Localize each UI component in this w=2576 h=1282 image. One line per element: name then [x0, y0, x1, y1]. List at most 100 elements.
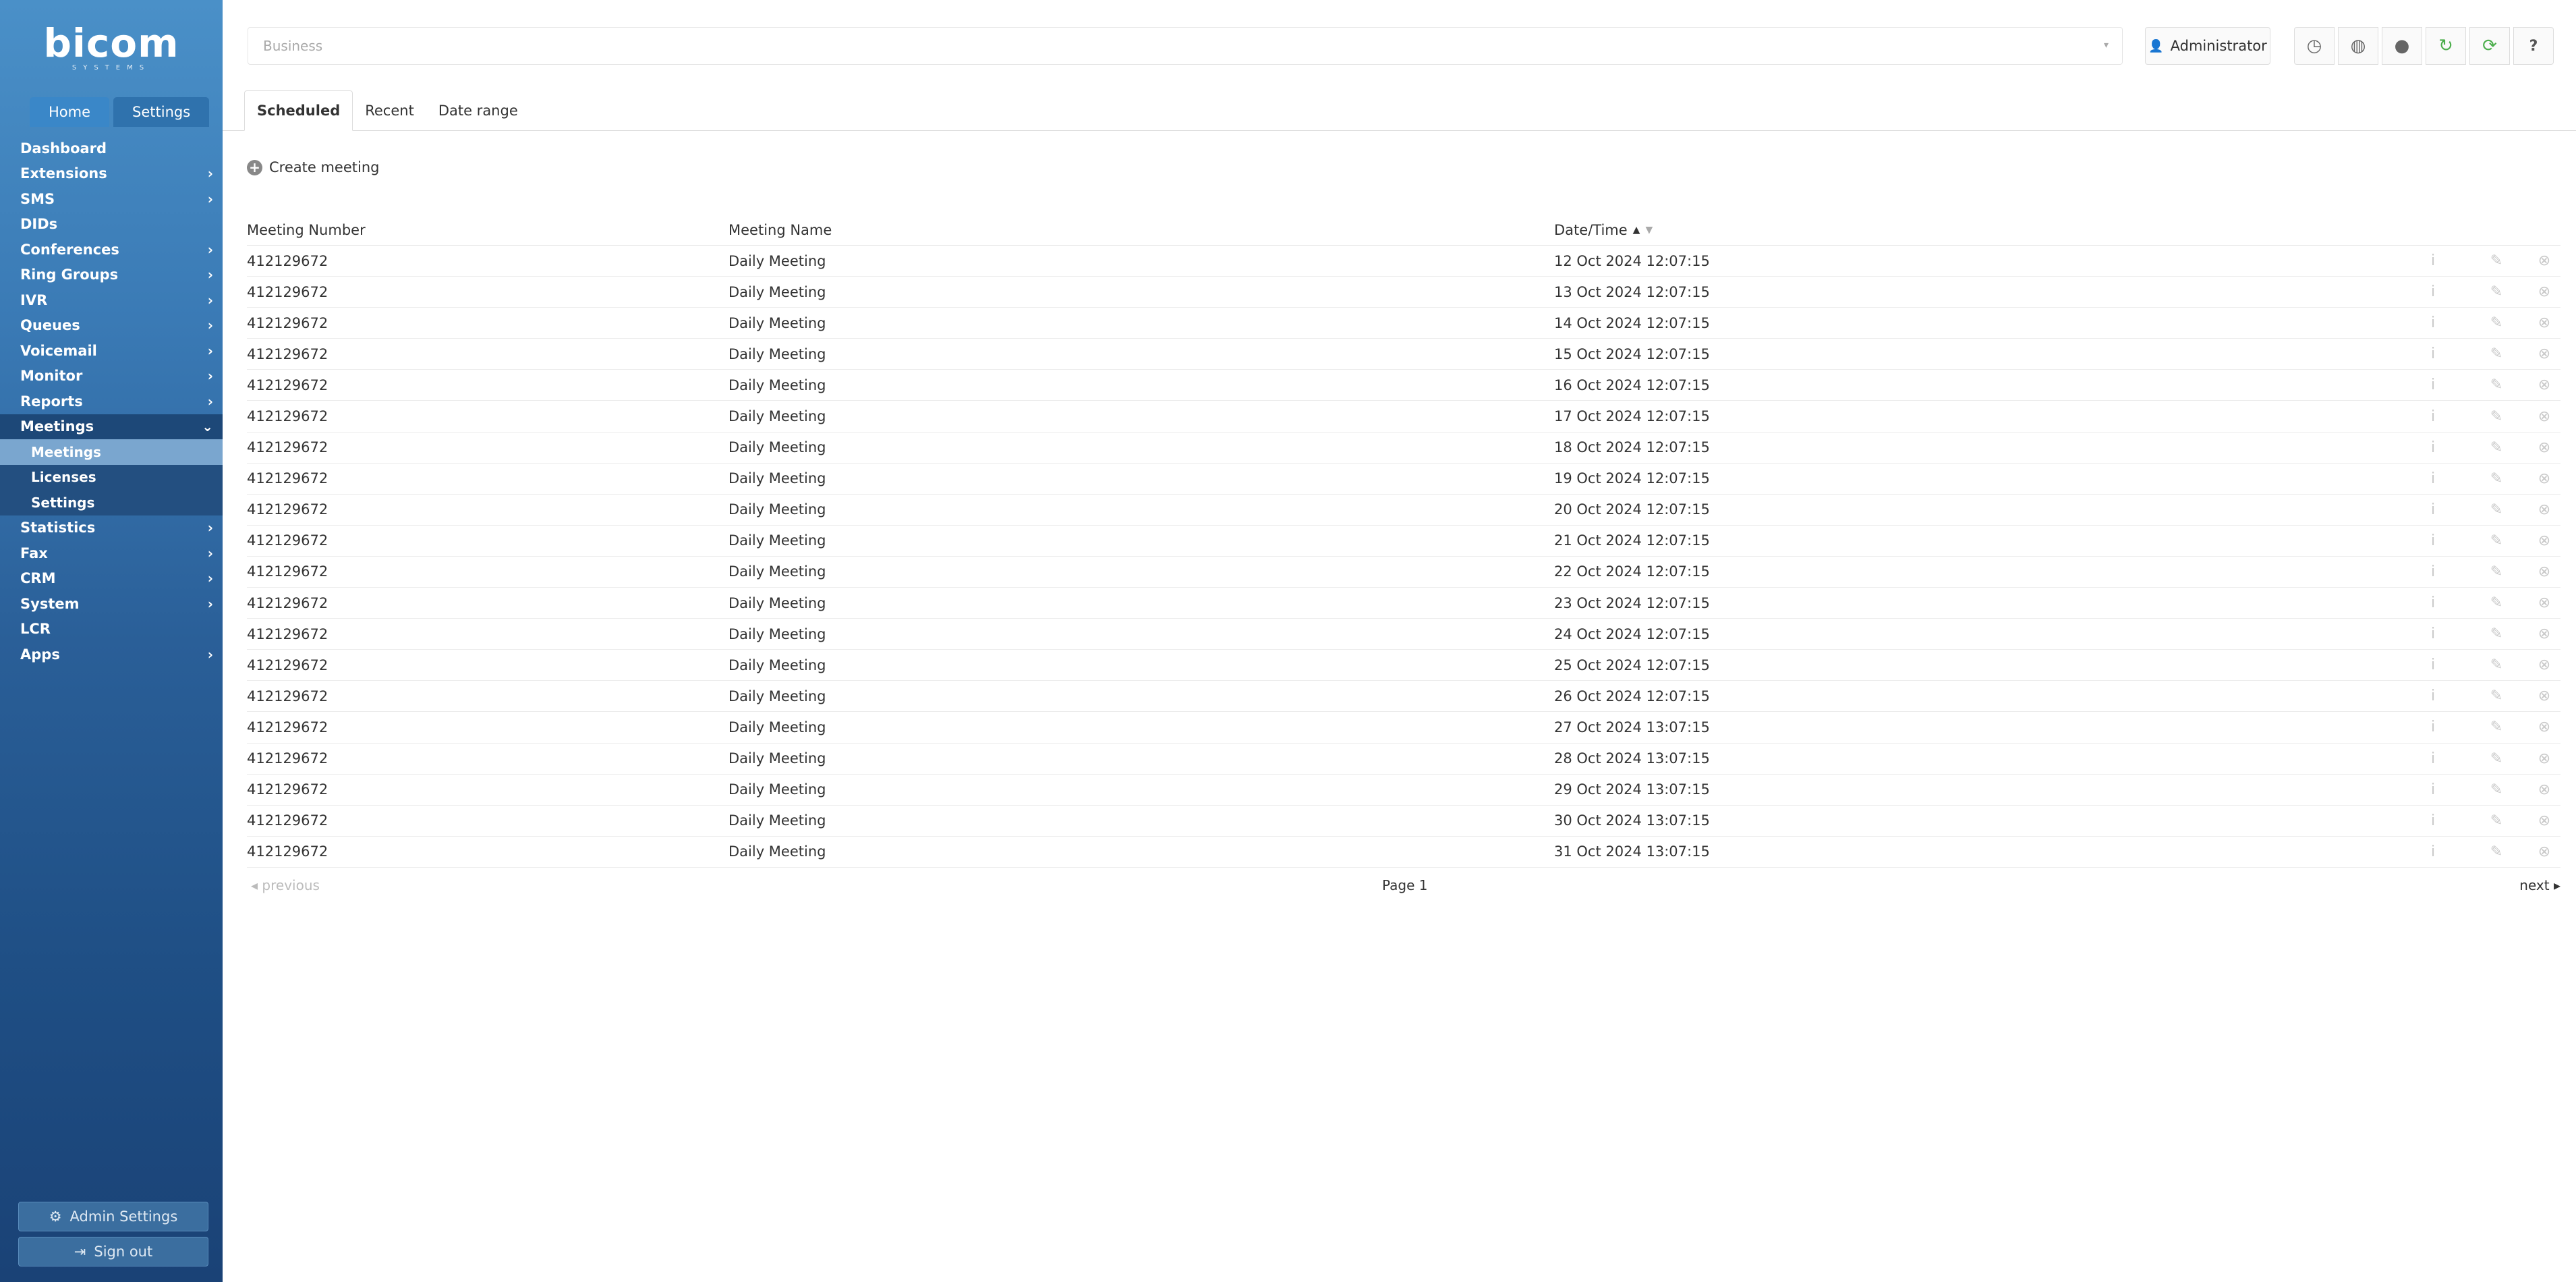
header-meeting-name[interactable]: Meeting Name [728, 222, 1554, 238]
edit-icon[interactable]: ✎ [2465, 781, 2528, 798]
admin-settings-button[interactable]: ⚙ Admin Settings [18, 1202, 208, 1231]
info-icon[interactable]: ⅰ [2401, 594, 2465, 611]
edit-icon[interactable]: ✎ [2465, 594, 2528, 611]
info-icon[interactable]: ⅰ [2401, 470, 2465, 487]
sort-desc-icon[interactable]: ▼ [1645, 225, 1653, 235]
info-icon[interactable]: ⅰ [2401, 283, 2465, 300]
delete-icon[interactable]: ⊗ [2528, 594, 2560, 611]
info-icon[interactable]: ⅰ [2401, 688, 2465, 704]
delete-icon[interactable]: ⊗ [2528, 719, 2560, 735]
sign-out-button[interactable]: ⇥ Sign out [18, 1237, 208, 1266]
info-icon[interactable]: ⅰ [2401, 843, 2465, 860]
edit-icon[interactable]: ✎ [2465, 812, 2528, 829]
delete-icon[interactable]: ⊗ [2528, 345, 2560, 362]
delete-icon[interactable]: ⊗ [2528, 377, 2560, 393]
delete-icon[interactable]: ⊗ [2528, 439, 2560, 456]
sidebar-item-dids[interactable]: DIDs [0, 212, 223, 238]
delete-icon[interactable]: ⊗ [2528, 283, 2560, 300]
globe-button[interactable]: ● [2382, 27, 2422, 65]
edit-icon[interactable]: ✎ [2465, 625, 2528, 642]
tab-settings[interactable]: Settings [113, 97, 210, 127]
sidebar-item-statistics[interactable]: Statistics › [0, 515, 223, 541]
edit-icon[interactable]: ✎ [2465, 345, 2528, 362]
info-icon[interactable]: ⅰ [2401, 812, 2465, 829]
info-icon[interactable]: ⅰ [2401, 252, 2465, 269]
edit-icon[interactable]: ✎ [2465, 408, 2528, 425]
edit-icon[interactable]: ✎ [2465, 314, 2528, 331]
delete-icon[interactable]: ⊗ [2528, 563, 2560, 580]
edit-icon[interactable]: ✎ [2465, 439, 2528, 456]
delete-icon[interactable]: ⊗ [2528, 501, 2560, 518]
business-select[interactable]: Business ▾ [248, 27, 2123, 65]
info-icon[interactable]: ⅰ [2401, 532, 2465, 549]
edit-icon[interactable]: ✎ [2465, 688, 2528, 704]
delete-icon[interactable]: ⊗ [2528, 625, 2560, 642]
refresh-button[interactable]: ↻ [2426, 27, 2466, 65]
sidebar-item-crm[interactable]: CRM › [0, 566, 223, 592]
sidebar-item-fax[interactable]: Fax › [0, 540, 223, 566]
edit-icon[interactable]: ✎ [2465, 377, 2528, 393]
help-button[interactable]: ? [2513, 27, 2554, 65]
sidebar-subitem-settings[interactable]: Settings [0, 490, 223, 515]
tab-date-range[interactable]: Date range [426, 90, 530, 131]
info-icon[interactable]: ⅰ [2401, 625, 2465, 642]
tab-recent[interactable]: Recent [353, 90, 426, 131]
sidebar-item-meetings[interactable]: Meetings ⌄ [0, 414, 223, 439]
delete-icon[interactable]: ⊗ [2528, 657, 2560, 673]
info-icon[interactable]: ⅰ [2401, 657, 2465, 673]
sidebar-item-dashboard[interactable]: Dashboard [0, 136, 223, 161]
info-icon[interactable]: ⅰ [2401, 408, 2465, 425]
info-icon[interactable]: ⅰ [2401, 377, 2465, 393]
info-icon[interactable]: ⅰ [2401, 563, 2465, 580]
sidebar-item-queues[interactable]: Queues › [0, 313, 223, 339]
info-icon[interactable]: ⅰ [2401, 439, 2465, 456]
previous-button[interactable]: ◂ previous [251, 877, 320, 893]
delete-icon[interactable]: ⊗ [2528, 843, 2560, 860]
edit-icon[interactable]: ✎ [2465, 843, 2528, 860]
sidebar-item-extensions[interactable]: Extensions › [0, 161, 223, 187]
header-date-time[interactable]: Date/Time ▲ ▼ [1554, 222, 2364, 238]
delete-icon[interactable]: ⊗ [2528, 750, 2560, 767]
info-icon[interactable]: ⅰ [2401, 314, 2465, 331]
sort-asc-icon[interactable]: ▲ [1633, 225, 1640, 235]
sidebar-subitem-licenses[interactable]: Licenses [0, 464, 223, 490]
sidebar-item-voicemail[interactable]: Voicemail › [0, 338, 223, 364]
delete-icon[interactable]: ⊗ [2528, 252, 2560, 269]
sidebar-item-lcr[interactable]: LCR [0, 617, 223, 642]
edit-icon[interactable]: ✎ [2465, 532, 2528, 549]
info-icon[interactable]: ⅰ [2401, 501, 2465, 518]
user-menu-button[interactable]: 👤 Administrator [2145, 27, 2270, 65]
delete-icon[interactable]: ⊗ [2528, 812, 2560, 829]
delete-icon[interactable]: ⊗ [2528, 314, 2560, 331]
delete-icon[interactable]: ⊗ [2528, 688, 2560, 704]
create-meeting-button[interactable]: + Create meeting [247, 159, 379, 175]
edit-icon[interactable]: ✎ [2465, 252, 2528, 269]
edit-icon[interactable]: ✎ [2465, 719, 2528, 735]
sync-button[interactable]: ⟳ [2469, 27, 2510, 65]
info-icon[interactable]: ⅰ [2401, 345, 2465, 362]
sidebar-item-ring-groups[interactable]: Ring Groups › [0, 262, 223, 288]
edit-icon[interactable]: ✎ [2465, 501, 2528, 518]
globe-outline-button[interactable]: ◍ [2338, 27, 2378, 65]
edit-icon[interactable]: ✎ [2465, 563, 2528, 580]
edit-icon[interactable]: ✎ [2465, 283, 2528, 300]
sidebar-item-apps[interactable]: Apps › [0, 642, 223, 667]
info-icon[interactable]: ⅰ [2401, 719, 2465, 735]
sidebar-item-conferences[interactable]: Conferences › [0, 237, 223, 262]
edit-icon[interactable]: ✎ [2465, 470, 2528, 487]
edit-icon[interactable]: ✎ [2465, 657, 2528, 673]
tab-home[interactable]: Home [30, 97, 110, 127]
sidebar-item-sms[interactable]: SMS › [0, 186, 223, 212]
delete-icon[interactable]: ⊗ [2528, 532, 2560, 549]
sidebar-subitem-meetings[interactable]: Meetings [0, 439, 223, 465]
header-meeting-number[interactable]: Meeting Number [247, 222, 728, 238]
clock-button[interactable]: ◷ [2294, 27, 2335, 65]
delete-icon[interactable]: ⊗ [2528, 470, 2560, 487]
sidebar-item-ivr[interactable]: IVR › [0, 287, 223, 313]
next-button[interactable]: next ▸ [2519, 877, 2560, 893]
tab-scheduled[interactable]: Scheduled [244, 90, 353, 131]
sidebar-item-reports[interactable]: Reports › [0, 389, 223, 414]
sidebar-item-system[interactable]: System › [0, 591, 223, 617]
delete-icon[interactable]: ⊗ [2528, 781, 2560, 798]
info-icon[interactable]: ⅰ [2401, 750, 2465, 767]
